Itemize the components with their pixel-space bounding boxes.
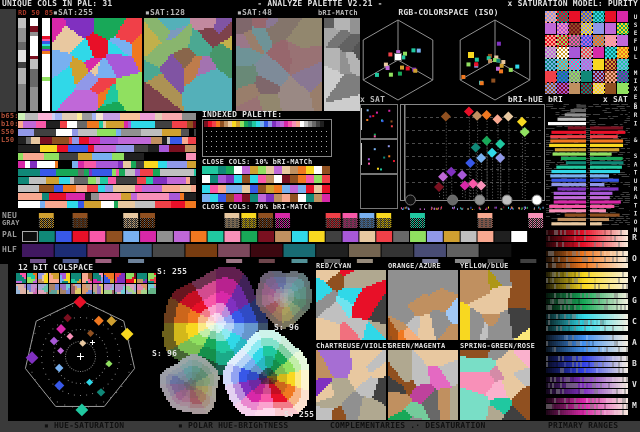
polar-discs-canvas (150, 266, 315, 420)
colspace-strips-canvas (16, 273, 156, 295)
disc-label-s96-a: S: 96 (274, 323, 300, 332)
histogram-bars-canvas (18, 18, 52, 111)
rgb-cubes-canvas (350, 16, 545, 104)
sat-255-label: ▪SAT:255 (53, 8, 94, 17)
useful-mixes-vertical-label: USEFUL MIXES (632, 14, 639, 110)
range-letter-y: Y (632, 275, 638, 284)
sat128-voronoi-canvas (144, 18, 232, 111)
range-letter-o: O (632, 254, 638, 263)
comp-label-chartreuse-violet: ChARTREUSE/VIOLET (316, 342, 392, 350)
range-letter-a: A (632, 338, 638, 347)
sat255-voronoi-canvas (52, 18, 142, 111)
sat-128-label: ▪SAT:128 (145, 8, 186, 17)
strip-label-s50: S50 (1, 128, 15, 136)
comp-label-green-magenta: GREEN/MAGENTA (388, 342, 446, 350)
disc-label-s96-b: S: 96 (152, 349, 178, 358)
sat-48-label: ▪SAT:48 (237, 8, 273, 17)
useful-mixes-canvas (545, 11, 629, 94)
strip-label-l50: L50 (1, 136, 15, 144)
close-cols-canvas (202, 166, 334, 202)
tornado-sat-label: x SAT (602, 95, 628, 104)
hue-sat-radar-canvas (12, 296, 154, 418)
pal-row-label: PAL (2, 230, 18, 239)
strip-label-b65: b65: (1, 112, 19, 120)
disc-label-s255-a: S: 255 (157, 267, 188, 276)
hlf-row-label: HLF (2, 245, 18, 254)
close-cols-70-label: CLOSE COLS: 70% bRI-MATCh (202, 203, 313, 211)
range-letter-r: R (632, 233, 638, 242)
strip-label-b10: b10: (1, 120, 19, 128)
footer-polar-hue-brightness: ▪ POLAR HUE-BRIGhTNESS (178, 421, 289, 430)
range-letter-c: C (632, 317, 638, 326)
disc-label-s255-b: S: 255 (284, 410, 315, 419)
comp-label-yellow-blue: YELLOW/bLUE (460, 262, 509, 270)
histogram-bars-label: RD 50 85 (18, 9, 54, 17)
colspace-title: 12 bIT COLSPACE (18, 263, 94, 272)
footer-primary-ranges: PRIMARY RANGES (548, 421, 619, 430)
comp-label-red-cyan: RED/CYAN (316, 262, 352, 270)
xsat-panel-label: x SAT (360, 95, 386, 104)
range-letter-m: M (632, 401, 638, 410)
comp-label-orange-azure: ORANGE/AZURE (388, 262, 441, 270)
palette-analyzer-app: UNIQUE COLS IN PAL: 31 - ANALYZE PALETTE… (0, 0, 640, 432)
bri-saturation-vertical-label: BRI & SATURATION (632, 104, 639, 236)
range-letter-g: G (632, 296, 638, 305)
model-prefix: x (507, 0, 518, 8)
indexed-palette-canvas (202, 119, 332, 157)
indexed-palette-title: INDEXED PALETTE: (202, 110, 283, 119)
saturation-model-label: SATURATION MODEL: PURITY (517, 0, 638, 8)
close-cols-10-label: CLOSE COLS: 10% bRI-MATCh (202, 158, 313, 166)
footer-hue-saturation: ▪ HUE-SATURATION (44, 421, 125, 430)
rgb-colorspace-title: RGB-COLORSPACE (ISO) (398, 8, 499, 17)
sat48-voronoi-canvas (236, 18, 322, 111)
range-letter-b: B (632, 359, 638, 368)
gray-row-label: GRAY (2, 219, 20, 227)
swatch-rows-canvas (22, 212, 545, 264)
color-strips-canvas (18, 113, 196, 209)
range-letter-v: V (632, 380, 638, 389)
xsat-scatter-canvas (360, 104, 398, 210)
comp-label-spring-green-rose: SPRING-GREEN/ROSE (460, 342, 536, 350)
bri-hue-chart-canvas (400, 104, 545, 210)
tornado-chart-canvas (546, 104, 630, 226)
footer-complementaries: COMPLEMENTARIES .· DESATURATION (330, 421, 486, 430)
bri-hue-label: bRI-hUE (507, 95, 543, 104)
primary-ranges-canvas (546, 230, 628, 420)
